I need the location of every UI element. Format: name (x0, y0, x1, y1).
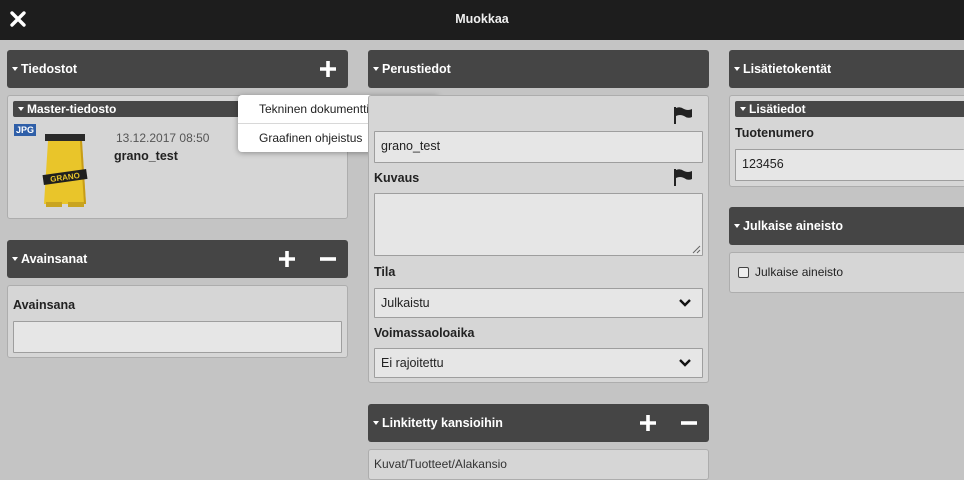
collapse-caret-icon (373, 67, 379, 71)
window-title: Muokkaa (455, 12, 509, 26)
files-header-label: Tiedostot (21, 62, 78, 76)
collapse-caret-icon (12, 67, 18, 71)
file-thumbnail[interactable]: GRANO (40, 132, 94, 210)
collapse-caret-icon (734, 67, 740, 71)
validity-label: Voimassaoloaika (374, 326, 475, 340)
master-file-header-label: Master-tiedosto (27, 102, 117, 116)
add-keyword-icon[interactable] (277, 249, 297, 269)
collapse-caret-icon (740, 107, 746, 111)
remove-keyword-icon[interactable] (318, 249, 338, 269)
file-date: 13.12.2017 08:50 (116, 131, 210, 145)
top-bar: Muokkaa (0, 0, 964, 40)
publish-header[interactable]: Julkaise aineisto (729, 207, 964, 245)
publish-checkbox-label[interactable]: Julkaise aineisto (755, 265, 843, 279)
linked-folders-header[interactable]: Linkitetty kansioihin (368, 404, 709, 442)
add-folder-icon[interactable] (638, 413, 658, 433)
chevron-down-icon (679, 359, 691, 367)
basic-info-header-label: Perustiedot (382, 62, 451, 76)
validity-select[interactable]: Ei rajoitettu (374, 348, 703, 378)
status-select[interactable]: Julkaistu (374, 288, 703, 318)
language-flag-icon[interactable] (672, 106, 694, 124)
linked-folders-header-label: Linkitetty kansioihin (382, 416, 503, 430)
extra-fields-header-label: Lisätietokentät (743, 62, 832, 76)
basic-info-header[interactable]: Perustiedot (368, 50, 709, 88)
file-name[interactable]: grano_test (114, 149, 178, 163)
description-label: Kuvaus (374, 171, 420, 185)
status-label: Tila (374, 265, 396, 279)
keywords-header[interactable]: Avainsanat (7, 240, 348, 278)
keywords-header-label: Avainsanat (21, 252, 88, 266)
publish-checkbox[interactable] (738, 267, 749, 278)
file-type-badge: JPG (14, 124, 36, 136)
extra-info-subheader-label: Lisätiedot (749, 102, 806, 116)
product-number-label: Tuotenumero (735, 126, 814, 140)
extra-fields-header[interactable]: Lisätietokentät (729, 50, 964, 88)
collapse-caret-icon (373, 421, 379, 425)
language-flag-icon[interactable] (672, 168, 694, 186)
collapse-caret-icon (734, 224, 740, 228)
extra-info-subheader[interactable]: Lisätiedot (735, 101, 964, 117)
chevron-down-icon (679, 299, 691, 307)
files-header[interactable]: Tiedostot (7, 50, 348, 88)
description-textarea[interactable] (374, 193, 703, 256)
resize-handle-icon[interactable] (692, 245, 701, 254)
keyword-label: Avainsana (13, 298, 76, 312)
publish-header-label: Julkaise aineisto (743, 219, 844, 233)
status-value: Julkaistu (381, 296, 430, 310)
validity-value: Ei rajoitettu (381, 356, 444, 370)
collapse-caret-icon (18, 107, 24, 111)
keyword-input[interactable] (13, 321, 342, 353)
name-input[interactable]: grano_test (374, 131, 703, 163)
linked-folder-path[interactable]: Kuvat/Tuotteet/Alakansio (374, 457, 507, 471)
add-file-icon[interactable] (318, 59, 338, 79)
remove-folder-icon[interactable] (679, 413, 699, 433)
collapse-caret-icon (12, 257, 18, 261)
product-number-input[interactable]: 123456 (735, 149, 964, 181)
